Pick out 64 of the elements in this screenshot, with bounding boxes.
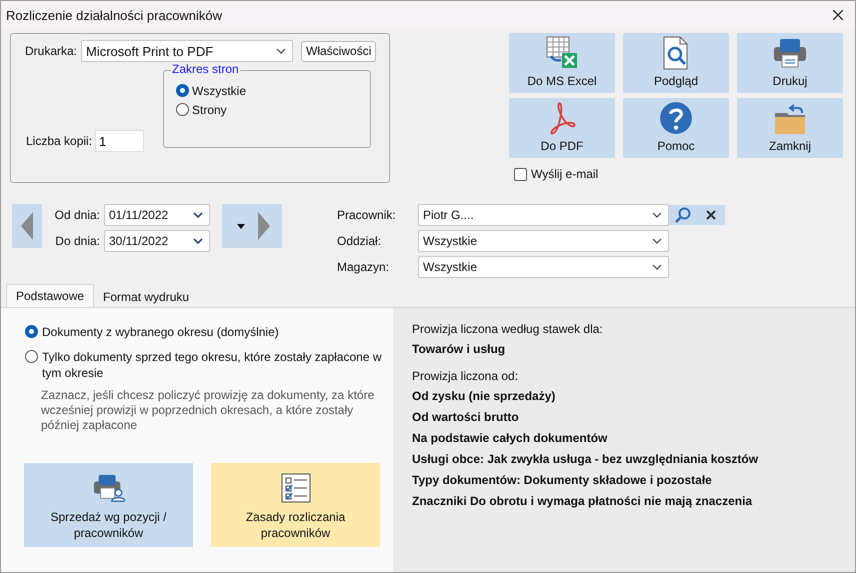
printer-icon xyxy=(773,36,807,70)
summary-item: Typy dokumentów: Dokumenty składowe i pozostałe xyxy=(412,472,713,489)
chevron-down-icon xyxy=(276,48,286,54)
radio-button[interactable] xyxy=(25,325,38,338)
radio-button[interactable] xyxy=(176,103,189,116)
summary-item: Na podstawie całych dokumentów xyxy=(412,430,608,447)
field-label: Magazyn: xyxy=(337,260,390,274)
field-label: Oddział: xyxy=(337,234,382,248)
field-label: Pracownik: xyxy=(337,208,397,222)
chevron-down-icon xyxy=(193,212,203,218)
triangle-right-icon xyxy=(258,212,270,240)
tab[interactable]: Format wydruku xyxy=(94,286,198,307)
summary-item: Towarów i usług xyxy=(412,341,506,358)
summary-item: Usługi obce: Jak zwykła usługa - bez uwzględniania kosztów xyxy=(412,451,760,468)
checklist-icon xyxy=(280,472,312,502)
date-field[interactable]: 30/11/2022 xyxy=(104,230,210,252)
chevron-down-icon xyxy=(652,264,662,270)
chevron-down-icon xyxy=(652,238,662,244)
radio-label: Wszystkie xyxy=(192,84,246,98)
radio-button[interactable] xyxy=(25,350,38,363)
clear-icon xyxy=(706,210,716,220)
properties-button[interactable]: Właściwości xyxy=(301,40,376,62)
filter-dropdown[interactable]: Piotr G.... xyxy=(418,204,669,226)
chevron-down-icon xyxy=(652,212,662,218)
field-label: Liczba kopii: xyxy=(26,134,92,148)
filter-dropdown[interactable]: Wszystkie xyxy=(418,256,669,278)
report-button[interactable]: Sprzedaż wg pozycji / pracowników xyxy=(24,463,193,547)
tab[interactable]: Podstawowe xyxy=(6,284,94,307)
field-label: Drukarka: xyxy=(25,44,78,58)
summary-item: Od zysku (nie sprzedaży) xyxy=(412,388,556,405)
group-title: Zakres stron xyxy=(171,62,240,76)
triangle-left-icon xyxy=(21,212,33,240)
date-field[interactable]: 01/11/2022 xyxy=(104,204,210,226)
summary-item: Od wartości brutto xyxy=(412,409,520,426)
chevron-down-icon xyxy=(193,238,203,244)
hint-text: Zaznacz, jeśli chcesz policzyć prowizję za dokumenty, za które wcześniej prowizji w poprzednich okresach, a które zostały później zapłacone xyxy=(40,388,375,433)
window-title: Rozliczenie działalności pracowników xyxy=(6,8,224,22)
radio-label: Dokumenty z wybranego okresu (domyślnie) xyxy=(42,324,280,340)
toolbar-button[interactable]: Do PDF xyxy=(509,98,615,158)
help-icon xyxy=(659,101,693,135)
toolbar-button[interactable]: Podgląd xyxy=(623,33,729,93)
close-icon xyxy=(833,10,843,20)
toolbar-button[interactable]: Do MS Excel xyxy=(509,33,615,93)
toolbar-button[interactable]: Drukuj xyxy=(737,33,843,93)
report-button[interactable]: Zasady rozliczania pracowników xyxy=(211,463,380,547)
radio-label: Strony xyxy=(192,102,227,116)
toolbar-button[interactable]: Pomoc xyxy=(623,98,729,158)
field-label: Do dnia: xyxy=(54,234,100,248)
toolbar-button[interactable]: Zamknij xyxy=(737,98,843,158)
checkbox[interactable] xyxy=(514,168,527,180)
printer-person-icon xyxy=(92,472,124,502)
field-label: Od dnia: xyxy=(54,208,100,222)
checkbox-label: Wyślij e-mail xyxy=(531,167,598,181)
filter-dropdown[interactable]: Wszystkie xyxy=(418,230,669,252)
summary-item: Znaczniki Do obrotu i wymaga płatności nie mają znaczenia xyxy=(412,493,754,510)
printer-dropdown[interactable]: Microsoft Print to PDF xyxy=(81,40,294,62)
summary-heading: Prowizja liczona według stawek dla: xyxy=(412,321,604,338)
spreadsheet-icon xyxy=(545,36,579,70)
radio-button[interactable] xyxy=(176,84,189,97)
copies-field[interactable]: 1 xyxy=(95,130,144,152)
caret-down-icon xyxy=(236,224,244,228)
radio-label: Tylko dokumenty sprzed tego okresu, które zostały zapłacone w tym okresie xyxy=(42,349,383,381)
search-icon xyxy=(675,207,691,223)
summary-heading: Prowizja liczona od: xyxy=(412,368,520,385)
